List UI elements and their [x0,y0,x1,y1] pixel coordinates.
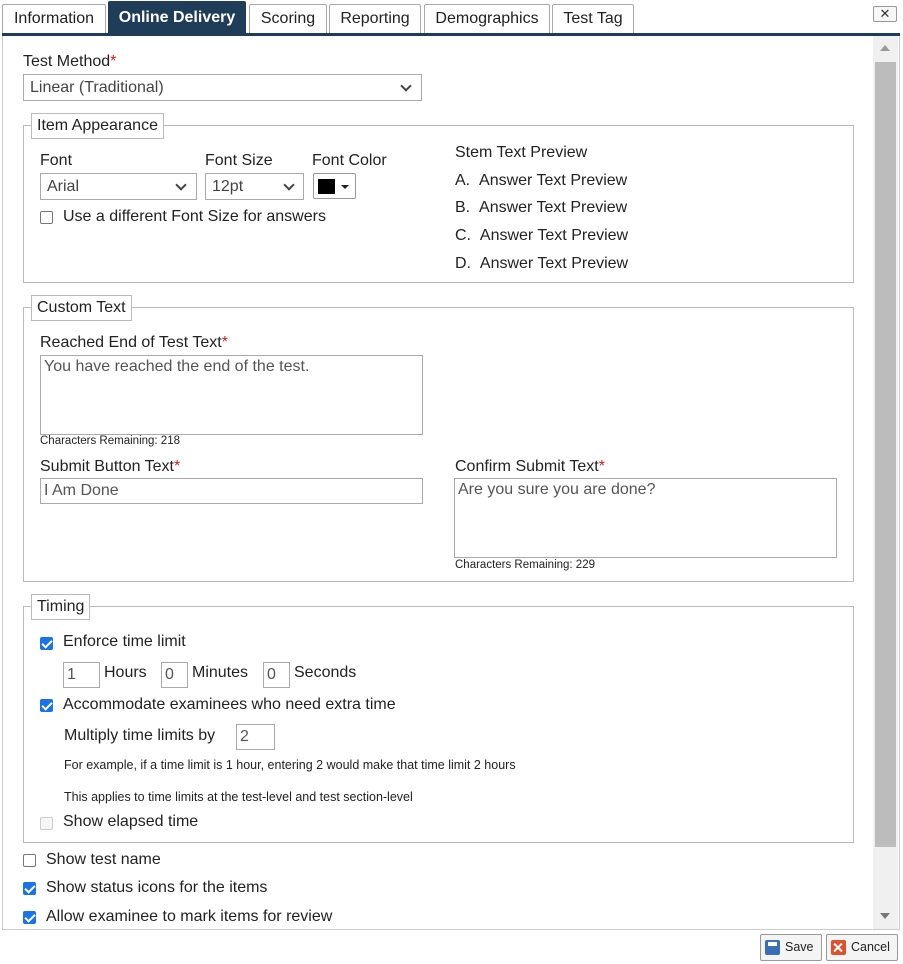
tab-bar: Information Online Delivery Scoring Repo… [0,0,903,36]
close-icon: ✕ [879,6,891,21]
answer-preview-a: A. Answer Text Preview [455,172,628,189]
vertical-scrollbar[interactable] [873,36,898,929]
enforce-time-limit-checkbox[interactable] [40,637,53,650]
cancel-label: Cancel [851,940,890,954]
save-label: Save [785,940,814,954]
scroll-down-icon[interactable] [880,913,890,919]
accommodate-checkbox[interactable] [40,699,53,712]
show-status-icons-checkbox[interactable] [23,882,36,895]
timing-legend: Timing [31,594,91,620]
item-appearance-group [23,125,854,283]
test-method-value: Linear (Traditional) [30,79,164,96]
chevron-down-icon [175,179,187,191]
hours-input[interactable]: 1 [63,662,100,688]
seconds-label: Seconds [294,664,357,681]
show-test-name-label: Show test name [46,851,161,868]
tab-reporting[interactable]: Reporting [329,4,421,33]
show-elapsed-time-label: Show elapsed time [63,813,199,830]
multiply-input[interactable]: 2 [236,724,275,750]
enforce-time-limit-label: Enforce time limit [63,633,186,650]
show-elapsed-time-checkbox[interactable] [40,817,53,830]
end-text-label: Reached End of Test Text* [40,334,228,351]
answer-preview-d: D. Answer Text Preview [455,255,629,272]
save-button[interactable]: Save [760,934,822,961]
tab-test-tag[interactable]: Test Tag [552,4,634,33]
hours-label: Hours [104,664,147,681]
example-note: For example, if a time limit is 1 hour, … [64,758,516,772]
font-size-label: Font Size [205,152,273,169]
minutes-label: Minutes [192,664,249,681]
confirm-text-textarea[interactable]: Are you sure you are done? [454,478,837,558]
tab-demographics[interactable]: Demographics [424,4,550,33]
applies-note: This applies to time limits at the test-… [64,790,413,804]
font-select[interactable]: Arial [40,173,197,200]
close-button[interactable]: ✕ [873,6,897,22]
scroll-thumb[interactable] [875,62,896,847]
mark-for-review-checkbox[interactable] [23,911,36,924]
font-value: Arial [47,178,80,195]
different-font-size-label: Use a different Font Size for answers [63,208,326,225]
show-test-name-checkbox[interactable] [23,854,36,867]
chevron-down-icon [400,80,412,92]
end-text-textarea[interactable]: You have reached the end of the test. [40,355,423,435]
different-font-size-checkbox[interactable] [40,211,53,224]
stem-text-preview: Stem Text Preview [455,144,588,161]
test-method-label: Test Method* [23,53,117,70]
seconds-input[interactable]: 0 [263,662,290,688]
scroll-up-icon[interactable] [880,45,890,51]
accommodate-label: Accommodate examinees who need extra tim… [63,696,396,713]
answer-preview-c: C. Answer Text Preview [455,227,629,244]
save-icon [765,940,780,955]
submit-text-input[interactable]: I Am Done [40,478,423,504]
submit-text-label: Submit Button Text* [40,458,181,475]
test-method-select[interactable]: Linear (Traditional) [23,74,422,101]
caret-down-icon [341,185,349,189]
tab-online-delivery[interactable]: Online Delivery [108,1,246,33]
font-color-picker[interactable] [313,173,356,199]
show-status-icons-label: Show status icons for the items [46,879,268,896]
answer-preview-b: B. Answer Text Preview [455,199,628,216]
font-size-value: 12pt [212,178,244,195]
tab-scoring[interactable]: Scoring [249,4,327,33]
mark-for-review-label: Allow examinee to mark items for review [46,908,333,925]
chevron-down-icon [283,179,295,191]
cancel-button[interactable]: Cancel [826,934,898,961]
confirm-text-remaining: Characters Remaining: 229 [455,559,595,571]
color-swatch [318,179,335,194]
custom-text-legend: Custom Text [31,295,132,321]
tab-information[interactable]: Information [2,4,106,33]
end-text-remaining: Characters Remaining: 218 [40,435,180,447]
cancel-icon [831,940,846,955]
font-color-label: Font Color [312,152,387,169]
font-label: Font [40,152,73,169]
confirm-text-label: Confirm Submit Text* [455,458,605,475]
minutes-input[interactable]: 0 [161,662,188,688]
multiply-label: Multiply time limits by [64,727,216,744]
item-appearance-legend: Item Appearance [31,113,164,139]
font-size-select[interactable]: 12pt [205,173,304,200]
